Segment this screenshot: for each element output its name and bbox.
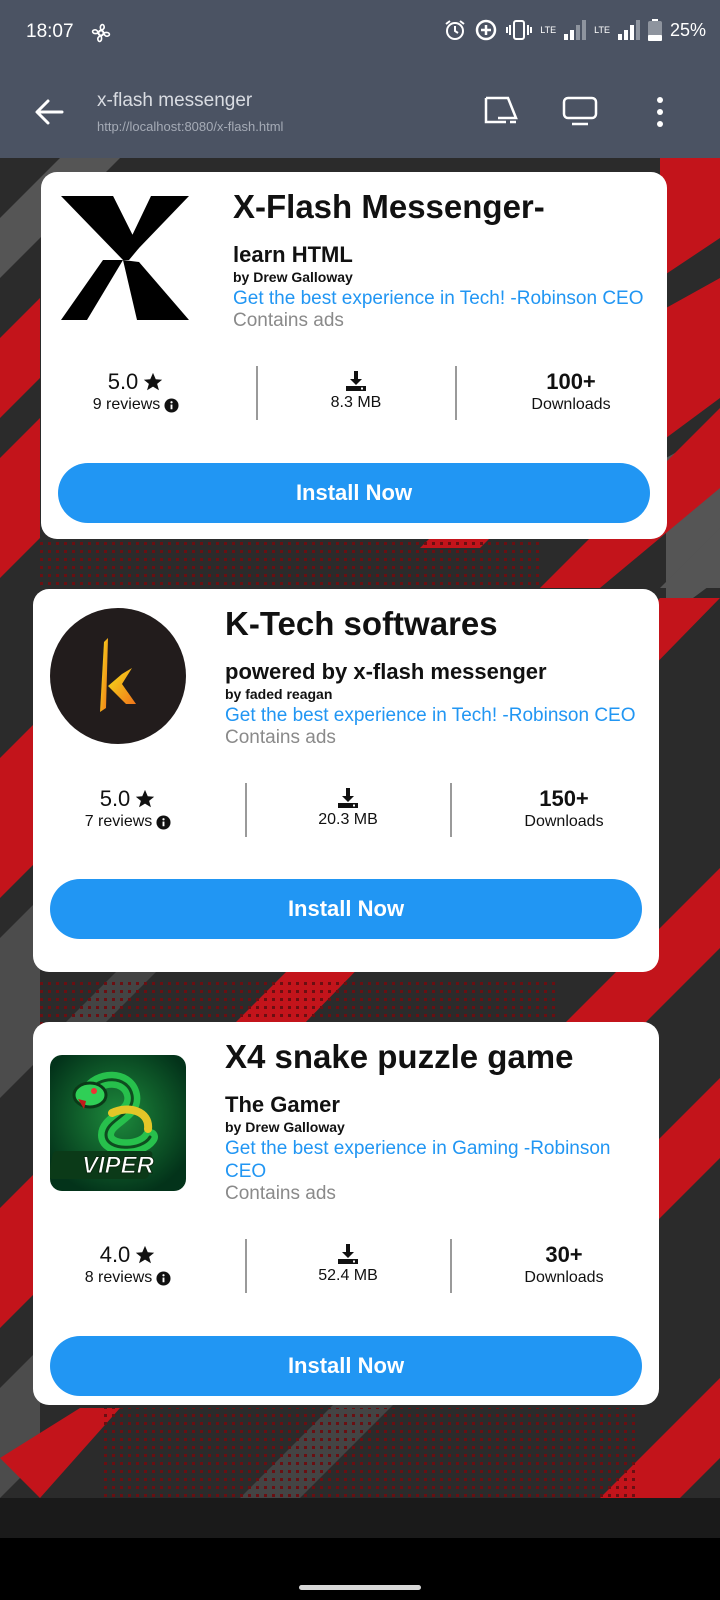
browser-toolbar: x-flash messenger http://localhost:8080/… (0, 66, 720, 158)
size-stat: 8.3 MB (296, 369, 416, 413)
download-icon (338, 1244, 358, 1264)
stat-divider (256, 366, 258, 420)
status-time: 18:07 (26, 21, 74, 42)
reviews-count: 8 reviews (84, 1269, 153, 1286)
star-icon (144, 372, 163, 391)
vibrate-icon (506, 20, 533, 40)
x-logo-icon (61, 196, 189, 320)
app-size: 8.3 MB (330, 394, 382, 411)
info-icon[interactable] (156, 1270, 171, 1286)
stat-divider (450, 1239, 452, 1293)
battery-icon (647, 19, 662, 41)
data-saver-icon (476, 19, 497, 41)
app-card: VIPER X4 snake puzzle game The Gamer by … (33, 1022, 659, 1405)
rating-value: 5.0 (107, 369, 139, 394)
back-arrow-icon[interactable] (30, 92, 70, 132)
stat-divider (245, 1239, 247, 1293)
size-stat: 20.3 MB (288, 786, 408, 830)
reviews-count: 9 reviews (92, 396, 161, 413)
stat-divider (245, 783, 247, 837)
app-developer[interactable]: by Drew Galloway (233, 269, 353, 285)
rating-stat: 4.0 8 reviews (73, 1242, 183, 1288)
alarm-icon (445, 20, 465, 40)
stat-divider (450, 783, 452, 837)
app-promo[interactable]: Get the best experience in Gaming -Robin… (225, 1137, 635, 1183)
url-address[interactable]: http://localhost:8080/x-flash.html (97, 119, 283, 134)
downloads-stat: 100+ Downloads (511, 369, 631, 415)
app-size: 52.4 MB (318, 1267, 378, 1284)
install-now-button[interactable]: Install Now (50, 879, 642, 939)
app-promo[interactable]: Get the best experience in Tech! -Robins… (233, 287, 663, 310)
size-stat: 52.4 MB (288, 1242, 408, 1286)
network-type-1: LTE (540, 25, 557, 35)
rating-stat: 5.0 9 reviews (81, 369, 191, 415)
info-icon[interactable] (156, 814, 171, 830)
viper-logo-icon: VIPER (50, 1055, 186, 1191)
downloads-label: Downloads (531, 396, 611, 413)
app-title: X-Flash Messenger- (233, 188, 545, 225)
reviews-count: 7 reviews (84, 813, 153, 830)
download-icon (338, 788, 358, 808)
cast-icon[interactable] (484, 92, 524, 132)
star-icon (136, 789, 155, 808)
network-type-2: LTE (594, 25, 610, 35)
downloads-stat: 150+ Downloads (504, 786, 624, 832)
contains-ads-label: Contains ads (225, 1183, 336, 1204)
contains-ads-label: Contains ads (233, 310, 344, 331)
rating-value: 5.0 (99, 786, 131, 811)
viper-logo-text: VIPER (82, 1152, 155, 1179)
star-icon (136, 1245, 155, 1264)
app-subtitle: learn HTML (233, 242, 353, 267)
app-card: K-Tech softwares powered by x-flash mess… (33, 589, 659, 972)
downloads-label: Downloads (524, 1269, 604, 1286)
signal-icon-2 (617, 20, 640, 40)
download-icon (346, 371, 366, 391)
status-bar: 18:07 LTE LTE 25% (0, 0, 720, 66)
battery-percent: 25% (669, 19, 706, 40)
install-now-button[interactable]: Install Now (50, 1336, 642, 1396)
downloads-count: 100+ (546, 369, 596, 394)
app-subtitle: The Gamer (225, 1092, 340, 1117)
app-promo[interactable]: Get the best experience in Tech! -Robins… (225, 704, 655, 727)
downloads-count: 30+ (545, 1242, 583, 1267)
app-title: X4 snake puzzle game (225, 1038, 574, 1075)
more-vert-icon[interactable] (648, 92, 688, 132)
home-indicator[interactable] (299, 1585, 421, 1590)
app-developer[interactable]: by Drew Galloway (225, 1119, 345, 1135)
app-title: K-Tech softwares (225, 605, 498, 642)
install-now-button[interactable]: Install Now (58, 463, 650, 523)
app-card: X-Flash Messenger- learn HTML by Drew Ga… (41, 172, 667, 539)
navigation-bar (0, 1538, 720, 1600)
info-icon[interactable] (164, 397, 179, 413)
k-logo-icon (50, 608, 186, 744)
app-developer[interactable]: by faded reagan (225, 686, 332, 702)
downloads-stat: 30+ Downloads (504, 1242, 624, 1288)
signal-icon (564, 20, 587, 40)
app-subtitle: powered by x-flash messenger (225, 659, 547, 684)
desktop-icon[interactable] (562, 92, 602, 132)
page-title[interactable]: x-flash messenger (97, 90, 252, 112)
downloads-count: 150+ (539, 786, 589, 811)
stat-divider (455, 366, 457, 420)
status-icons: LTE LTE 25% (444, 18, 706, 42)
fan-icon (91, 23, 111, 43)
downloads-label: Downloads (524, 813, 604, 830)
app-size: 20.3 MB (318, 811, 378, 828)
rating-value: 4.0 (99, 1242, 131, 1267)
contains-ads-label: Contains ads (225, 727, 336, 748)
rating-stat: 5.0 7 reviews (73, 786, 183, 832)
